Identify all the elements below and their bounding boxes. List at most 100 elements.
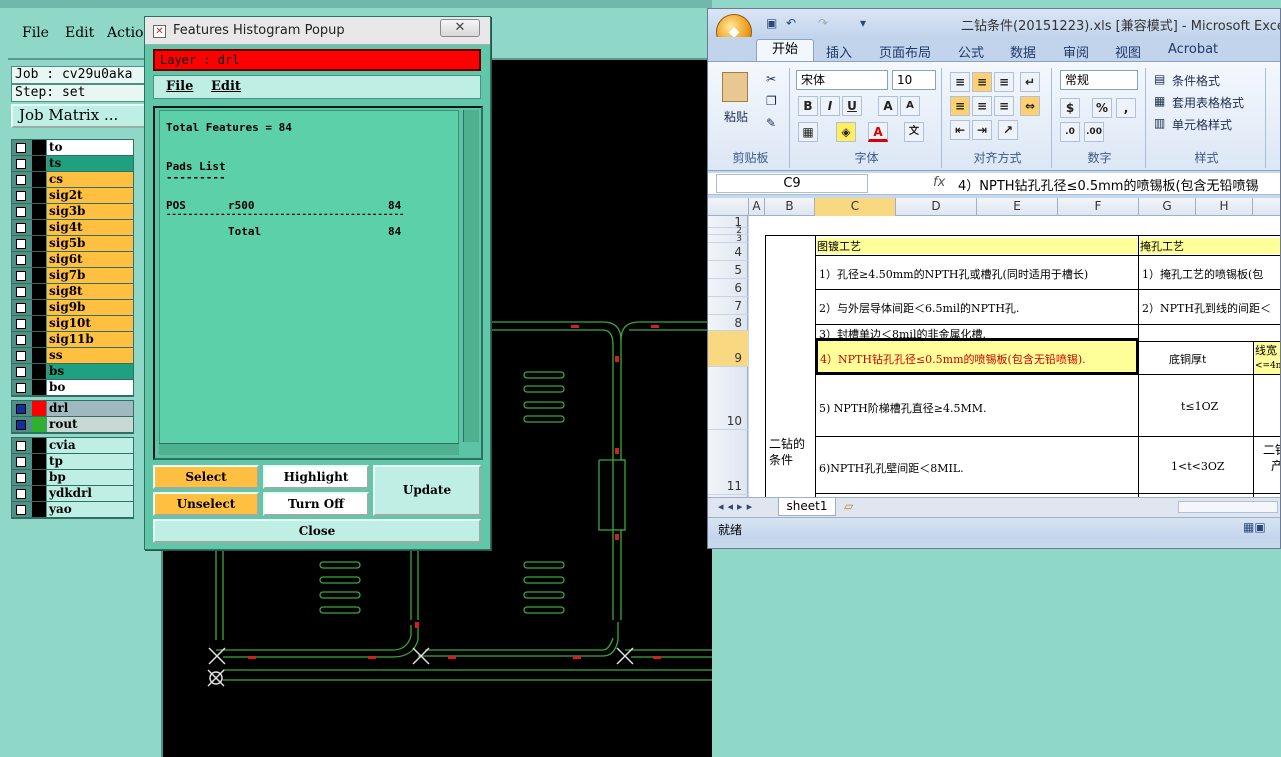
layer-checkbox[interactable] xyxy=(16,473,26,483)
currency-icon[interactable]: $ xyxy=(1060,98,1080,118)
layer-checkbox[interactable] xyxy=(16,420,26,430)
layer-color-swatch[interactable] xyxy=(32,486,46,501)
layer-color-swatch[interactable] xyxy=(32,236,46,251)
layer-name[interactable]: sig5b xyxy=(47,236,133,251)
layer-checkbox[interactable] xyxy=(16,159,26,169)
cell-copper-header[interactable]: 底铜厚t xyxy=(1169,351,1206,367)
row-header-4[interactable]: 4 xyxy=(708,243,748,261)
cell-t1[interactable]: t≤1OZ xyxy=(1181,400,1218,413)
layer-color-swatch[interactable] xyxy=(32,454,46,469)
cell-style-button[interactable]: 单元格样式 xyxy=(1172,116,1232,133)
align-middle-icon[interactable]: ≡ xyxy=(972,72,992,92)
column-header-d[interactable]: D xyxy=(896,198,977,216)
cell-c6[interactable]: 6)NPTH孔孔壁间距＜8MIL. xyxy=(819,460,964,476)
row-header-1[interactable]: 1 xyxy=(708,216,748,228)
layer-checkbox[interactable] xyxy=(16,441,26,451)
column-header-b[interactable]: B xyxy=(765,198,815,216)
layer-checkbox[interactable] xyxy=(16,457,26,467)
excel-titlebar[interactable]: ▣ ↶ ↷ ▾ 二钻条件(20151223).xls [兼容模式] - Micr… xyxy=(708,9,1280,37)
layer-row-ydkdrl[interactable]: ydkdrl xyxy=(12,486,133,502)
layer-checkbox[interactable] xyxy=(16,319,26,329)
layer-checkbox[interactable] xyxy=(16,383,26,393)
column-header-i[interactable]: I xyxy=(1253,198,1280,216)
horizontal-scrollbar-excel[interactable] xyxy=(1178,501,1278,513)
font-size-select[interactable]: 10 xyxy=(892,70,936,90)
layer-name[interactable]: cvia xyxy=(47,438,133,453)
layer-color-swatch[interactable] xyxy=(32,348,46,363)
layer-checkbox[interactable] xyxy=(16,207,26,217)
layer-checkbox[interactable] xyxy=(16,223,26,233)
layer-name[interactable]: sig10t xyxy=(47,316,133,331)
layer-checkbox[interactable] xyxy=(16,143,26,153)
align-left-icon[interactable]: ≡ xyxy=(950,96,970,116)
function-icon[interactable]: fx xyxy=(933,175,945,190)
horizontal-scrollbar[interactable] xyxy=(159,443,459,455)
layer-color-swatch[interactable] xyxy=(32,156,46,171)
bold-icon[interactable]: B xyxy=(798,96,818,116)
layer-color-swatch[interactable] xyxy=(32,188,46,203)
layer-name[interactable]: tp xyxy=(47,454,133,469)
layer-checkbox[interactable] xyxy=(16,404,26,414)
layer-checkbox[interactable] xyxy=(16,191,26,201)
layer-color-swatch[interactable] xyxy=(32,268,46,283)
cell-i-label-1[interactable]: 二钻 xyxy=(1263,441,1280,458)
layer-color-swatch[interactable] xyxy=(32,380,46,395)
row-header-10[interactable]: 10 xyxy=(708,367,748,430)
cell-header-right[interactable]: 掩孔工艺 xyxy=(1140,238,1280,254)
table-format-icon[interactable]: ▦ xyxy=(1154,94,1165,108)
layer-row-bs[interactable]: bs xyxy=(12,364,133,380)
percent-button[interactable]: % xyxy=(1092,98,1112,118)
layer-color-swatch[interactable] xyxy=(32,252,46,267)
cell-c5[interactable]: 5) NPTH阶梯槽孔直径≥4.5MM. xyxy=(819,400,986,416)
layer-color-swatch[interactable] xyxy=(32,204,46,219)
phonetic-icon[interactable]: 文 xyxy=(904,122,924,142)
table-format-button[interactable]: 套用表格格式 xyxy=(1172,94,1244,111)
layer-checkbox[interactable] xyxy=(16,287,26,297)
layer-name[interactable]: cs xyxy=(47,172,133,187)
cell-line-width[interactable]: 线宽 <=4m xyxy=(1255,342,1280,374)
turn-off-button[interactable]: Turn Off xyxy=(263,492,369,516)
layer-color-swatch[interactable] xyxy=(32,438,46,453)
popup-titlebar[interactable]: ✕ Features Histogram Popup ✕ xyxy=(145,17,490,45)
layer-color-swatch[interactable] xyxy=(32,172,46,187)
layer-color-swatch[interactable] xyxy=(32,401,46,416)
layer-row-rout[interactable]: rout xyxy=(12,417,133,433)
tab-data[interactable]: 数据 xyxy=(1010,42,1036,61)
sheet-tab-sheet1[interactable]: sheet1 xyxy=(778,498,836,516)
customize-qat-icon[interactable]: ▾ xyxy=(860,16,866,30)
layer-name[interactable]: ss xyxy=(47,348,133,363)
undo-icon[interactable]: ↶ xyxy=(786,16,796,30)
fill-color-icon[interactable]: ◈ xyxy=(836,122,856,142)
layer-color-swatch[interactable] xyxy=(32,300,46,315)
tab-insert[interactable]: 插入 xyxy=(826,42,852,61)
cell-i-label-2[interactable]: 产 xyxy=(1271,457,1280,474)
layer-row-sig4t[interactable]: sig4t xyxy=(12,220,133,236)
conditional-format-button[interactable]: 条件格式 xyxy=(1172,72,1220,89)
row-header-9[interactable]: 9 xyxy=(708,331,748,367)
orientation-icon[interactable]: ↗ xyxy=(998,120,1018,140)
layer-row-cs[interactable]: cs xyxy=(12,172,133,188)
layer-row-bp[interactable]: bp xyxy=(12,470,133,486)
column-header-h[interactable]: H xyxy=(1196,198,1253,216)
cell-c1[interactable]: 1）孔径≥4.50mm的NPTH孔或槽孔(同时适用于槽长) xyxy=(819,266,1088,282)
tab-view[interactable]: 视图 xyxy=(1115,42,1141,61)
layer-color-swatch[interactable] xyxy=(32,417,46,432)
layer-row-sig8t[interactable]: sig8t xyxy=(12,284,133,300)
worksheet-grid[interactable]: 图镀工艺 掩孔工艺 1）孔径≥4.50mm的NPTH孔或槽孔(同时适用于槽长) … xyxy=(749,216,1280,497)
close-icon[interactable]: ✕ xyxy=(440,19,480,37)
new-sheet-icon[interactable]: ▱ xyxy=(844,499,853,513)
layer-color-swatch[interactable] xyxy=(32,470,46,485)
decrease-decimal-icon[interactable]: .00 xyxy=(1084,122,1104,142)
copy-icon[interactable]: ❐ xyxy=(766,94,777,108)
number-format-select[interactable]: 常规 xyxy=(1060,70,1138,90)
cell-g1[interactable]: 1）掩孔工艺的喷锡板(包 xyxy=(1142,266,1263,282)
grow-font-icon[interactable]: A xyxy=(878,96,898,116)
menu-edit[interactable]: Edit xyxy=(65,25,94,41)
unselect-button[interactable]: Unselect xyxy=(153,492,259,516)
layer-name[interactable]: sig11b xyxy=(47,332,133,347)
histogram-text-area[interactable]: Total Features = 84 Pads List --------- … xyxy=(159,110,459,445)
layer-color-swatch[interactable] xyxy=(32,140,46,155)
cell-c2[interactable]: 2）与外层导体间距＜6.5mil的NPTH孔. xyxy=(819,300,1019,316)
paste-button[interactable]: 粘贴 xyxy=(724,108,748,125)
column-header-e[interactable]: E xyxy=(977,198,1058,216)
